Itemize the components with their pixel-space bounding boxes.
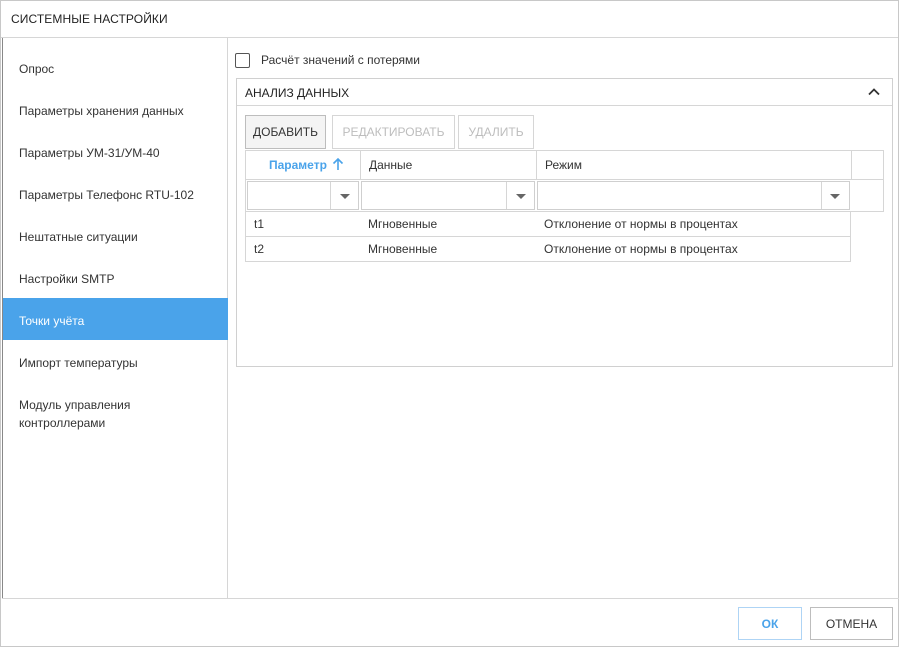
sidebar-item-label: Опрос [19,62,55,76]
dialog-titlebar: СИСТЕМНЫЕ НАСТРОЙКИ [1,1,898,38]
sidebar-item-data-storage[interactable]: Параметры хранения данных [3,88,228,130]
sidebar-item-label: Параметры Телефонс RTU-102 [19,188,194,202]
sidebar-item-telefonis-params[interactable]: Параметры Телефонс RTU-102 [3,172,228,214]
ok-button[interactable]: ОК [738,607,802,640]
sidebar-item-polling[interactable]: Опрос [3,46,228,88]
settings-sidebar: Опрос Параметры хранения данных Параметр… [2,38,228,598]
sidebar-item-metering-points[interactable]: Точки учёта [3,298,228,340]
sidebar-item-label: Настройки SMTP [19,272,115,286]
table-row[interactable]: t2 Мгновенные Отклонение от нормы в проц… [245,237,851,262]
cancel-button[interactable]: ОТМЕНА [810,607,893,640]
loss-calculation-label: Расчёт значений с потерями [261,53,420,67]
column-header-parameter[interactable]: Параметр [246,151,361,179]
column-header-label: Режим [545,158,582,172]
sidebar-item-label: Параметры хранения данных [19,104,184,118]
sidebar-item-label: Параметры УМ-31/УМ-40 [19,146,160,160]
add-button[interactable]: ДОБАВИТЬ [245,115,326,149]
cell-mode: Отклонение от нормы в процентах [544,242,738,256]
sidebar-item-label: Точки учёта [19,314,85,328]
mode-filter[interactable] [537,181,850,210]
filter-divider [821,182,822,209]
filter-divider [506,182,507,209]
grid-header: Параметр Данные Режим [245,150,884,180]
table-row[interactable]: t1 Мгновенные Отклонение от нормы в проц… [245,212,851,237]
cell-parameter: t2 [254,242,265,256]
dialog-footer: ОК ОТМЕНА [2,598,899,647]
sidebar-item-label: Модуль управления контроллерами [19,398,131,430]
dialog-title: СИСТЕМНЫЕ НАСТРОЙКИ [11,12,168,26]
parameter-filter[interactable] [247,181,359,210]
chevron-up-icon[interactable] [866,84,882,100]
settings-content: Расчёт значений с потерями АНАЛИЗ ДАННЫХ… [229,38,899,598]
column-header-label: Данные [369,158,413,172]
cell-mode: Отклонение от нормы в процентах [544,217,738,231]
cell-data: Мгновенные [368,217,438,231]
filter-divider [330,182,331,209]
sidebar-item-um-params[interactable]: Параметры УМ-31/УМ-40 [3,130,228,172]
caret-down-icon [340,194,350,199]
cell-data: Мгновенные [368,242,438,256]
sidebar-item-emergencies[interactable]: Нештатные ситуации [3,214,228,256]
sidebar-item-label: Нештатные ситуации [19,230,138,244]
edit-button[interactable]: РЕДАКТИРОВАТЬ [332,115,455,149]
arrow-up-icon [332,157,344,174]
sidebar-item-label: Импорт температуры [19,356,138,370]
panel-title: АНАЛИЗ ДАННЫХ [245,86,350,100]
column-header-mode[interactable]: Режим [537,151,852,179]
sidebar-item-smtp[interactable]: Настройки SMTP [3,256,228,298]
sidebar-item-controller-module[interactable]: Модуль управления контроллерами [3,390,228,448]
caret-down-icon [516,194,526,199]
system-settings-dialog: СИСТЕМНЫЕ НАСТРОЙКИ Опрос Параметры хран… [0,0,899,647]
sidebar-item-temperature-import[interactable]: Импорт температуры [3,340,228,382]
data-filter[interactable] [361,181,535,210]
caret-down-icon [830,194,840,199]
grid-filter-row [245,179,884,212]
column-header-label: Параметр [269,158,327,172]
column-header-data[interactable]: Данные [361,151,537,179]
delete-button[interactable]: УДАЛИТЬ [458,115,534,149]
data-analysis-panel: АНАЛИЗ ДАННЫХ ДОБАВИТЬ РЕДАКТИРОВАТЬ УДА… [236,78,893,367]
cell-parameter: t1 [254,217,265,231]
loss-calculation-checkbox[interactable] [235,53,250,68]
panel-header: АНАЛИЗ ДАННЫХ [237,79,892,106]
